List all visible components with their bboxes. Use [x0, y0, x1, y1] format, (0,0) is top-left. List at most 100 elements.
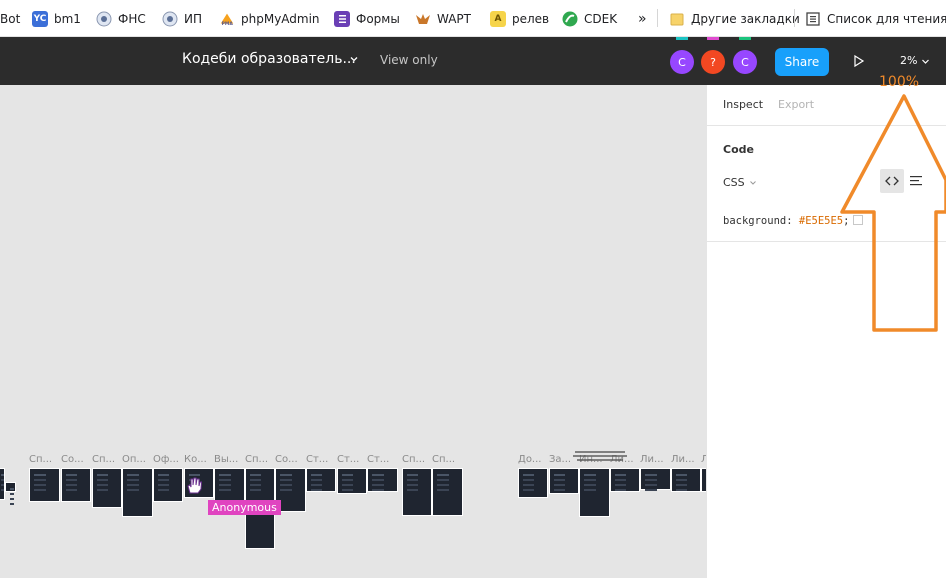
- avatar-indicator: [739, 37, 751, 40]
- forms-icon: [334, 10, 350, 27]
- bookmark-label: bm1: [54, 11, 81, 26]
- bookmark-label: релев: [512, 11, 550, 26]
- chevron-down-icon[interactable]: [349, 54, 359, 64]
- frame-label: Сп...: [92, 454, 116, 465]
- css-property: background:: [723, 215, 793, 227]
- phpmyadmin-icon: PMA: [219, 11, 235, 27]
- tab-inspect[interactable]: Inspect: [723, 98, 763, 111]
- avatar[interactable]: C: [733, 50, 757, 74]
- frame-thumbnail[interactable]: [671, 468, 701, 492]
- bookmark-other-folder[interactable]: Другие закладки: [669, 0, 800, 37]
- wapt-icon: [415, 11, 431, 27]
- bookmark-label: Формы: [356, 11, 400, 26]
- code-section-title: Code: [723, 143, 754, 156]
- bookmark-label: phpMyAdmin: [241, 11, 320, 26]
- bookmark-label: Список для чтения: [827, 11, 946, 26]
- bookmark-cdek[interactable]: CDEK: [562, 0, 617, 37]
- frame-thumbnail[interactable]: [549, 468, 579, 494]
- bookmark-bm1[interactable]: YC bm1: [32, 0, 81, 37]
- bookmark-forms[interactable]: Формы: [334, 0, 400, 37]
- hand-cursor-icon: [187, 477, 203, 494]
- chevron-double-right-icon: »: [638, 10, 647, 27]
- frame-label: Сп...: [29, 454, 53, 465]
- bookmark-label: ФНС: [118, 11, 146, 26]
- frame-label: Ст...: [337, 454, 360, 465]
- bookmark-label: Bot: [0, 11, 21, 26]
- yc-icon: YC: [32, 10, 48, 27]
- tab-export[interactable]: Export: [778, 98, 814, 111]
- bookmarks-separator: [657, 9, 658, 27]
- frame-label: Сп...: [402, 454, 426, 465]
- frame-label: Сп...: [432, 454, 456, 465]
- frame-label: За...: [549, 454, 572, 465]
- frame-label: Оф...: [153, 454, 179, 465]
- frame-thumbnail[interactable]: [518, 468, 548, 498]
- bookmark-label: WAPT: [437, 11, 471, 26]
- frame-thumbnail[interactable]: [5, 482, 16, 492]
- frame-thumbnail[interactable]: [579, 468, 610, 517]
- chevron-down-icon[interactable]: [921, 57, 930, 66]
- frame-thumbnail[interactable]: [367, 468, 398, 492]
- frame-thumbnail[interactable]: [29, 468, 60, 502]
- figma-toolbar: Кодеби образователь... View only C ? C S…: [0, 37, 946, 85]
- svg-text:PMA: PMA: [222, 21, 234, 27]
- frame-thumbnail[interactable]: [640, 468, 671, 490]
- frame-thumbnail[interactable]: [153, 468, 183, 502]
- frame-label: Ст...: [306, 454, 329, 465]
- frame-label: Ли...: [671, 454, 695, 465]
- chevron-down-icon: [749, 180, 756, 185]
- frame-thumbnail[interactable]: [402, 468, 432, 516]
- reading-list-button[interactable]: Список для чтения: [805, 0, 946, 37]
- language-value: CSS: [723, 176, 745, 189]
- frame-thumbnail[interactable]: [432, 468, 463, 516]
- frame-thumbnail[interactable]: [306, 468, 336, 492]
- document-title[interactable]: Кодеби образователь...: [182, 51, 356, 67]
- bookmarks-bar: Bot YC bm1 ФНС ИП PMA phpMyAdmin Формы W…: [0, 0, 946, 37]
- language-select[interactable]: CSS: [723, 176, 757, 189]
- bookmark-label: CDEK: [584, 11, 618, 26]
- bookmark-label: Другие закладки: [691, 11, 800, 26]
- share-button[interactable]: Share: [775, 48, 829, 76]
- frame-label: Оп...: [122, 454, 146, 465]
- anonymous-cursor-tag: Anonymous: [208, 500, 281, 515]
- bookmarks-separator: [794, 9, 795, 27]
- relev-icon: A: [490, 10, 506, 27]
- annotation-text: 100%: [879, 74, 920, 90]
- frame-thumbnail[interactable]: [337, 468, 367, 494]
- avatar[interactable]: ?: [701, 50, 725, 74]
- bookmark-label: ИП: [184, 11, 202, 26]
- bookmark-ip[interactable]: ИП: [162, 0, 202, 37]
- frame-thumbnail[interactable]: [92, 468, 122, 508]
- frame-thumbnail[interactable]: [122, 468, 153, 517]
- design-canvas[interactable]: Сп... Со... Сп... Оп... Оф... Ко... Вы..…: [0, 85, 706, 578]
- avatar-indicator: [707, 37, 719, 40]
- frame-label: Со...: [61, 454, 84, 465]
- avatar-indicator: [676, 37, 688, 40]
- frame-thumbnail[interactable]: [610, 468, 640, 492]
- frame-label: Ли...: [640, 454, 664, 465]
- fns-emblem-icon: [96, 11, 112, 27]
- reading-list-icon: [805, 11, 821, 27]
- bookmark-bot[interactable]: Bot: [0, 0, 20, 37]
- app-window: Bot YC bm1 ФНС ИП PMA phpMyAdmin Формы W…: [0, 0, 946, 578]
- view-only-label: View only: [380, 53, 438, 67]
- frame-label: Вы...: [214, 454, 239, 465]
- up-arrow-annotation-icon: [840, 94, 946, 332]
- frame-label: Ко...: [184, 454, 207, 465]
- bookmark-relev[interactable]: A релев: [490, 0, 549, 37]
- frame-label: Сп...: [245, 454, 269, 465]
- frame-thumbnail[interactable]: [61, 468, 91, 502]
- bookmarks-more-button[interactable]: »: [638, 0, 647, 37]
- play-icon[interactable]: [852, 54, 866, 68]
- frame-label: Со...: [275, 454, 298, 465]
- frame-label: Ст...: [367, 454, 390, 465]
- zoom-level[interactable]: 2%: [900, 54, 917, 67]
- frame-label: До...: [518, 454, 542, 465]
- avatar[interactable]: C: [670, 50, 694, 74]
- tiny-labels-cluster: [573, 451, 627, 461]
- ip-emblem-icon: [162, 11, 178, 27]
- bookmark-phpmyadmin[interactable]: PMA phpMyAdmin: [219, 0, 320, 37]
- bookmark-wapt[interactable]: WAPT: [415, 0, 471, 37]
- cdek-icon: [562, 11, 578, 27]
- bookmark-fns[interactable]: ФНС: [96, 0, 146, 37]
